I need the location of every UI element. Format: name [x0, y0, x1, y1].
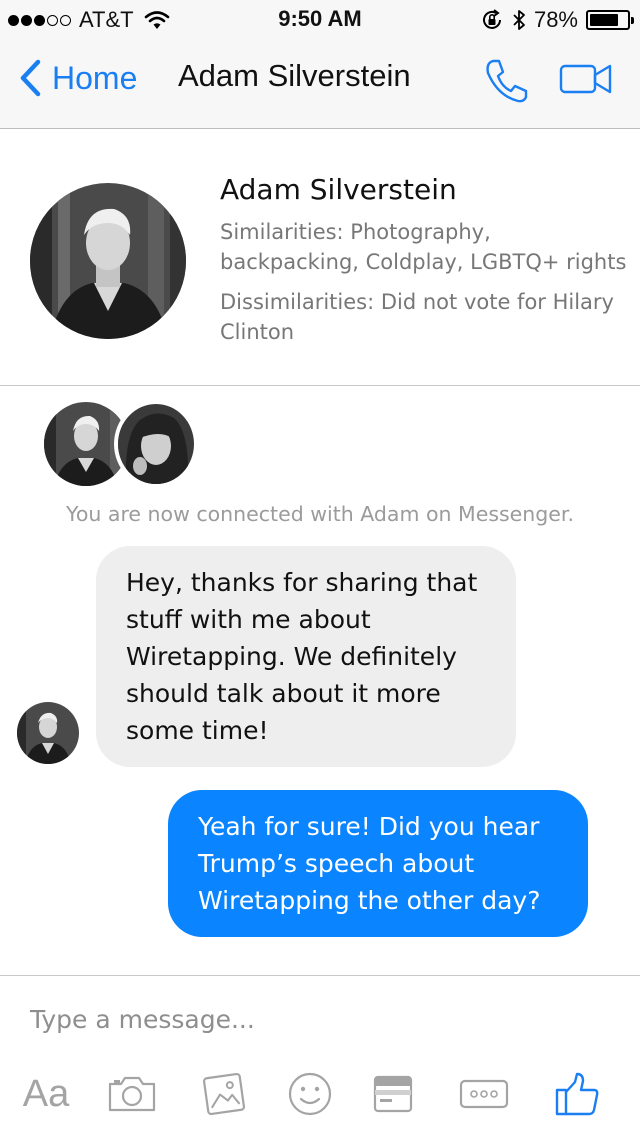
contact-avatar[interactable]	[30, 183, 186, 339]
outgoing-message-bubble[interactable]: Yeah for sure! Did you hear Trump’s spee…	[168, 790, 588, 937]
battery-percent: 78%	[533, 7, 578, 32]
sender-avatar[interactable]	[17, 702, 79, 764]
thumbs-up-icon	[555, 1072, 599, 1116]
phone-icon	[486, 59, 528, 103]
participant-avatar-me	[114, 400, 198, 488]
contact-photo	[30, 183, 186, 339]
my-photo	[118, 404, 194, 484]
more-options-button[interactable]	[454, 1062, 514, 1126]
composer-divider	[0, 975, 640, 976]
status-bar: AT&T 9:50 AM 78%	[0, 0, 640, 40]
conversation-title: Adam Silverstein	[178, 58, 411, 93]
status-bar-right: 78%	[480, 6, 634, 34]
similarities-text: Similarities: Photography, backpacking, …	[220, 220, 627, 274]
incoming-message-bubble[interactable]: Hey, thanks for sharing that stuff with …	[96, 546, 516, 767]
chevron-left-icon	[20, 59, 41, 97]
emoji-icon	[288, 1072, 332, 1116]
contact-name: Adam Silverstein	[220, 173, 457, 206]
composer-toolbar: Aa	[0, 1062, 640, 1126]
back-button-label: Home	[52, 59, 138, 96]
divider	[0, 385, 640, 386]
camera-button[interactable]	[102, 1062, 162, 1126]
video-call-button[interactable]	[558, 58, 614, 102]
sender-photo	[17, 702, 79, 764]
voice-call-button[interactable]	[484, 58, 528, 108]
back-button[interactable]: Home	[18, 56, 137, 100]
camera-icon	[108, 1076, 156, 1112]
text-format-button[interactable]: Aa	[14, 1062, 78, 1126]
sticker-button[interactable]	[368, 1062, 418, 1126]
connected-notice: You are now connected with Adam on Messe…	[66, 502, 574, 526]
like-button[interactable]	[548, 1062, 606, 1126]
bluetooth-icon	[513, 10, 525, 30]
message-input[interactable]: Type a message...	[30, 1005, 255, 1034]
more-icon	[459, 1079, 509, 1109]
battery-level-fill	[590, 14, 619, 26]
photo-gallery-button[interactable]	[196, 1062, 252, 1126]
navigation-bar: Home Adam Silverstein	[0, 40, 640, 129]
text-format-icon: Aa	[22, 1072, 70, 1115]
photo-gallery-icon	[202, 1072, 246, 1116]
contact-profile-card: Adam Silverstein Similarities: Photograp…	[0, 129, 640, 385]
emoji-button[interactable]	[282, 1062, 338, 1126]
orientation-lock-icon	[482, 9, 501, 29]
video-camera-icon	[559, 64, 612, 94]
dissimilarities-text: Dissimilarities: Did not vote for Hilary…	[220, 290, 614, 344]
sticker-card-icon	[373, 1075, 413, 1113]
battery-icon	[586, 10, 634, 30]
